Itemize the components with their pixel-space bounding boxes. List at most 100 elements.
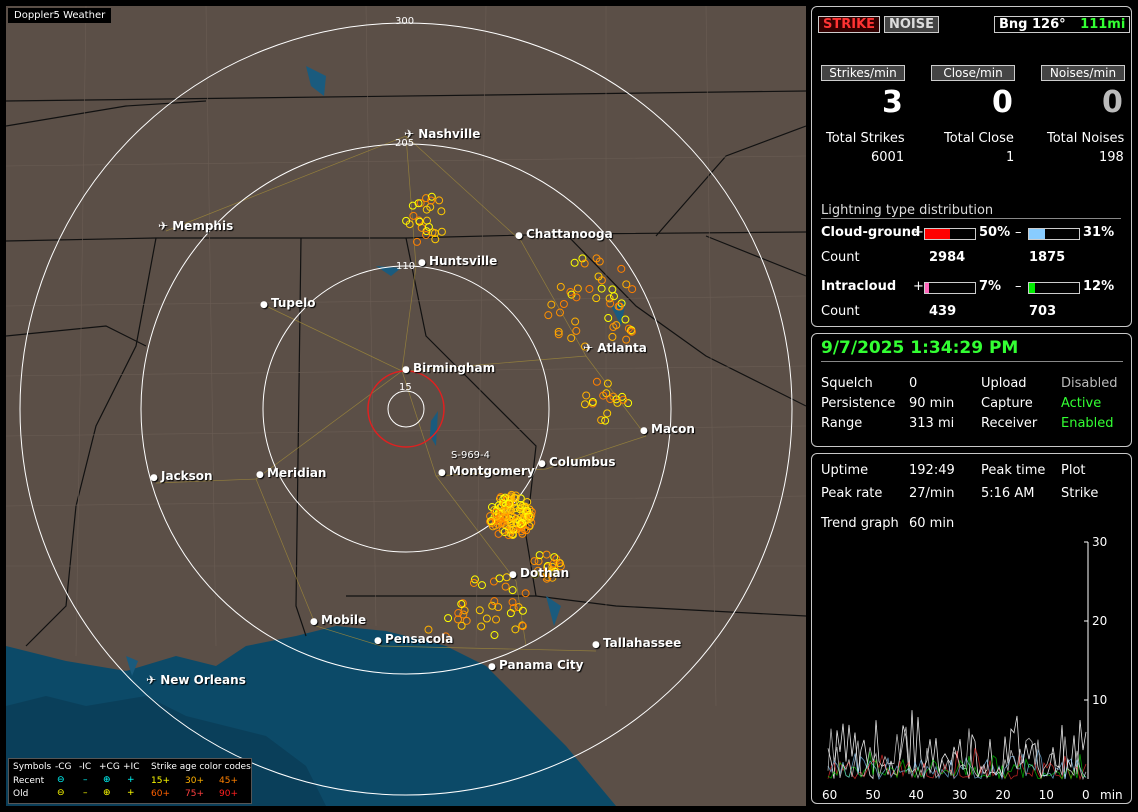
city-tupelo: ● Tupelo bbox=[260, 296, 316, 310]
cg-minus-sign: – bbox=[1015, 225, 1022, 240]
distance-value: 111mi bbox=[1080, 17, 1126, 32]
trend-y-tick: 10 bbox=[1092, 693, 1107, 707]
strike-marker bbox=[592, 377, 601, 386]
squelch-label: Squelch bbox=[821, 376, 873, 391]
ring-label-110: 110 bbox=[396, 261, 416, 272]
trend-value[interactable]: 60 min bbox=[909, 516, 954, 531]
uptime-value: 192:49 bbox=[909, 463, 955, 478]
persistence-value[interactable]: 90 min bbox=[909, 396, 954, 411]
strike-marker bbox=[567, 334, 576, 343]
peak-rate-value: 27/min bbox=[909, 486, 955, 501]
city-dot-icon: ● bbox=[509, 570, 520, 580]
city-panama-city: ● Panama City bbox=[488, 658, 583, 672]
intracloud-label: Intracloud bbox=[821, 279, 897, 294]
airport-icon: ✈ bbox=[158, 219, 173, 233]
legend-age-90: 90+ bbox=[219, 789, 238, 799]
ic-pos-count: 439 bbox=[929, 304, 957, 319]
legend-recent-label: Recent bbox=[13, 776, 45, 786]
station-label: S-969-4 bbox=[451, 450, 491, 461]
city-dot-icon: ● bbox=[310, 617, 321, 627]
city-name: Columbus bbox=[549, 455, 616, 469]
strike-marker bbox=[482, 614, 491, 623]
strike-marker bbox=[413, 237, 422, 246]
city-tallahassee: ● Tallahassee bbox=[592, 636, 681, 650]
noise-button[interactable]: NOISE bbox=[884, 16, 940, 33]
close-per-min-button[interactable]: Close/min bbox=[931, 65, 1015, 81]
legend-age-45: 45+ bbox=[219, 776, 238, 786]
upload-value[interactable]: Disabled bbox=[1061, 376, 1117, 391]
city-dot-icon: ● bbox=[592, 640, 603, 650]
city-name: Tupelo bbox=[271, 296, 316, 310]
ring-label-300: 300 bbox=[395, 16, 415, 27]
strikes-per-min-button[interactable]: Strikes/min bbox=[821, 65, 905, 81]
strike-marker bbox=[437, 207, 446, 216]
city-atlanta: ✈ Atlanta bbox=[583, 341, 647, 355]
city-jackson: ● Jackson bbox=[150, 469, 213, 483]
city-new-orleans: ✈ New Orleans bbox=[146, 673, 246, 687]
cg-neg-count: 1875 bbox=[1029, 250, 1066, 265]
legend-age-60: 60+ bbox=[151, 789, 170, 799]
legend-age-label: Strike age color codes bbox=[151, 762, 251, 772]
strike-stats-panel: STRIKE NOISE Bng 126° 111mi Strikes/min … bbox=[811, 6, 1132, 327]
upload-label: Upload bbox=[981, 376, 1027, 391]
plot-value[interactable]: Strike bbox=[1061, 486, 1098, 501]
trend-x-unit: min bbox=[1100, 788, 1123, 802]
strike-marker bbox=[490, 631, 499, 640]
city-name: Jackson bbox=[161, 469, 213, 483]
city-dot-icon: ● bbox=[438, 468, 449, 478]
strike-marker bbox=[435, 196, 444, 205]
ic-pos-bar bbox=[924, 282, 976, 294]
ic-minus-sign: – bbox=[1015, 279, 1022, 294]
ic-pos-pct: 7% bbox=[979, 279, 1002, 294]
legend-age-15: 15+ bbox=[151, 776, 170, 786]
strike-marker bbox=[608, 285, 617, 294]
noises-per-min-button[interactable]: Noises/min bbox=[1041, 65, 1125, 81]
city-dot-icon: ● bbox=[150, 473, 161, 483]
datetime: 9/7/2025 1:34:29 PM bbox=[821, 338, 1123, 362]
ic-neg-bar bbox=[1028, 282, 1080, 294]
bearing-readout: Bng 126° 111mi bbox=[994, 16, 1131, 33]
trend-label: Trend graph bbox=[821, 516, 899, 531]
legend-old-ic-pos-icon: + bbox=[127, 788, 135, 798]
strike-marker bbox=[621, 315, 630, 324]
range-value[interactable]: 313 mi bbox=[909, 416, 954, 431]
cg-count-label: Count bbox=[821, 250, 860, 265]
cg-neg-pct: 31% bbox=[1083, 225, 1115, 240]
city-dot-icon: ● bbox=[488, 662, 499, 672]
ic-count-label: Count bbox=[821, 304, 860, 319]
peak-time-label: Peak time bbox=[981, 463, 1046, 478]
city-dot-icon: ● bbox=[515, 231, 526, 241]
legend-recent-cg-pos-icon: ⊕ bbox=[103, 775, 111, 785]
receiver-value[interactable]: Enabled bbox=[1061, 416, 1114, 431]
city-dot-icon: ● bbox=[374, 636, 385, 646]
legend-symbols-label: Symbols bbox=[13, 762, 52, 772]
strike-marker bbox=[514, 603, 523, 612]
capture-label: Capture bbox=[981, 396, 1033, 411]
total-close-label: Total Close bbox=[944, 131, 1014, 146]
strike-marker bbox=[606, 299, 615, 308]
cg-neg-bar bbox=[1028, 228, 1080, 240]
strike-marker bbox=[601, 416, 610, 425]
strike-marker bbox=[477, 581, 486, 590]
city-dothan: ● Dothan bbox=[509, 566, 569, 580]
ic-plus-sign: + bbox=[913, 279, 924, 294]
strike-marker bbox=[585, 284, 594, 293]
trend-x-tick: 20 bbox=[995, 788, 1010, 802]
city-columbus: ● Columbus bbox=[538, 455, 616, 469]
strike-marker bbox=[437, 227, 446, 236]
lightning-map[interactable]: Doppler5 Weather 300 205 110 15 ✈ Nashvi… bbox=[6, 6, 806, 806]
trend-y-tick: 30 bbox=[1092, 535, 1107, 549]
city-name: Memphis bbox=[172, 219, 234, 233]
capture-value[interactable]: Active bbox=[1061, 396, 1101, 411]
strike-marker bbox=[475, 606, 484, 615]
trend-panel: Uptime 192:49 Peak time Plot Peak rate 2… bbox=[811, 453, 1132, 804]
city-nashville: ✈ Nashville bbox=[404, 127, 480, 141]
distribution-title: Lightning type distribution bbox=[821, 203, 1121, 219]
range-label: Range bbox=[821, 416, 863, 431]
strike-marker bbox=[408, 201, 417, 210]
city-dot-icon: ● bbox=[538, 459, 549, 469]
city-dot-icon: ● bbox=[640, 426, 651, 436]
squelch-value[interactable]: 0 bbox=[909, 376, 917, 391]
strike-button[interactable]: STRIKE bbox=[818, 16, 881, 33]
city-name: Panama City bbox=[499, 658, 584, 672]
